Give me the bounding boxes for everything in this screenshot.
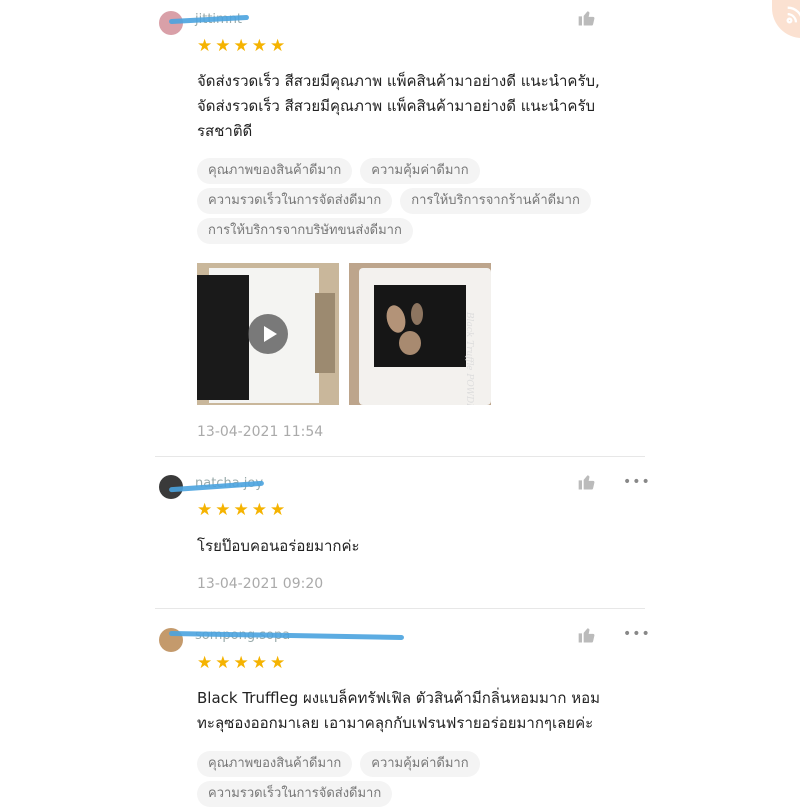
divider <box>155 608 645 609</box>
more-options-icon[interactable]: ••• <box>623 626 651 642</box>
review-tag: ความคุ้มค่าดีมาก <box>360 158 480 184</box>
thumbs-up-icon[interactable] <box>577 8 597 28</box>
review-tag: การให้บริการจากบริษัทขนส่งดีมาก <box>197 218 413 244</box>
review-date: 13-04-2021 11:54 <box>197 424 324 440</box>
review-photo[interactable]: Black Truffle POWDER <box>349 263 491 405</box>
review-text: จัดส่งรวดเร็ว สีสวยมีคุณภาพ แพ็คสินค้ามา… <box>197 72 600 140</box>
star-rating: ★★★★★ <box>197 500 289 520</box>
review-tag: ความคุ้มค่าดีมาก <box>360 751 480 777</box>
avatar-corner-icon[interactable] <box>772 0 800 38</box>
thumbs-up-icon[interactable] <box>577 472 597 492</box>
star-rating: ★★★★★ <box>197 36 289 56</box>
review-tag: ความรวดเร็วในการจัดส่งดีมาก <box>197 781 393 807</box>
play-icon[interactable] <box>248 314 288 354</box>
review-tag: คุณภาพของสินค้าดีมาก <box>197 158 353 184</box>
review-tags: คุณภาพของสินค้าดีมาก ความคุ้มค่าดีมาก ควา… <box>197 158 637 248</box>
review-text: โรยป๊อบคอนอร่อยมากค่ะ <box>197 537 360 555</box>
review-text: Black Truffleg ผงแบล็คทรัฟเฟิล ตัวสินค้า… <box>197 689 600 732</box>
thumbs-up-icon[interactable] <box>577 625 597 645</box>
review-tag: คุณภาพของสินค้าดีมาก <box>197 751 353 777</box>
feed-icon <box>786 6 800 24</box>
review-video-thumbnail[interactable] <box>197 263 339 405</box>
review-tag: การให้บริการจากร้านค้าดีมาก <box>400 188 591 214</box>
more-options-icon[interactable]: ••• <box>623 474 651 490</box>
divider <box>155 456 645 457</box>
product-label: Black Truffle POWDER <box>414 312 474 405</box>
review-tags: คุณภาพของสินค้าดีมาก ความคุ้มค่าดีมาก ควา… <box>197 751 637 811</box>
reviews-list: jittimnt ★★★★★ จัดส่งรวดเร็ว สีสวยมีคุณภ… <box>155 0 800 807</box>
review-tag: ความรวดเร็วในการจัดส่งดีมาก <box>197 188 393 214</box>
review-date: 13-04-2021 09:20 <box>197 576 324 592</box>
star-rating: ★★★★★ <box>197 653 289 673</box>
